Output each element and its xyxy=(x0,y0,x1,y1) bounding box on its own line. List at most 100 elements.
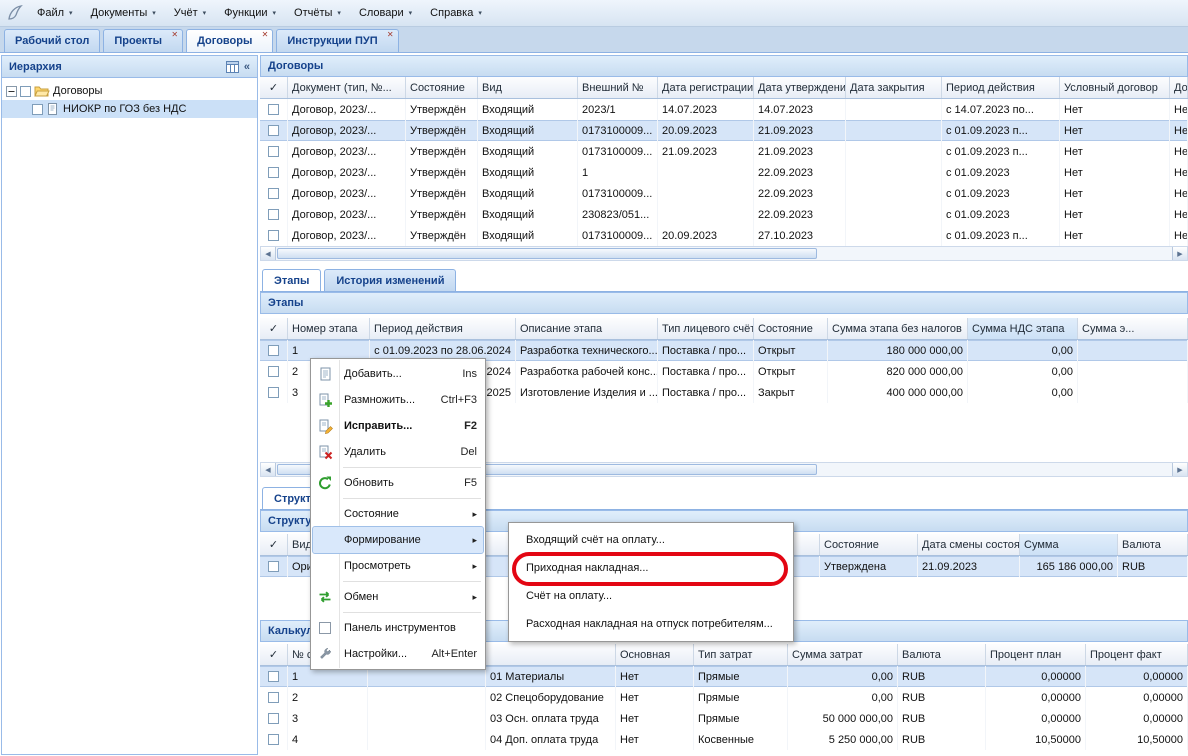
menubar-item-6[interactable]: Словари▾ xyxy=(350,3,421,23)
stages-tab-2[interactable]: История изменений xyxy=(324,269,456,291)
menubar-item-1[interactable]: Файл▾ xyxy=(28,3,82,23)
workspace-tab-2[interactable]: Проекты✕ xyxy=(103,29,183,52)
submenu-item-1[interactable]: Входящий счёт на оплату... xyxy=(511,526,791,554)
row-checkbox[interactable] xyxy=(268,167,279,178)
select-all-header[interactable]: ✓ xyxy=(260,318,288,339)
row-checkbox[interactable] xyxy=(268,188,279,199)
table-row[interactable]: Договор, 2023/...УтверждёнВходящий017310… xyxy=(260,183,1188,204)
workspace-tab-4[interactable]: Инструкции ПУП✕ xyxy=(276,29,398,52)
context-menu-item-15[interactable]: Настройки...Alt+Enter xyxy=(313,641,483,667)
table-row[interactable]: Договор, 2023/...УтверждёнВходящий017310… xyxy=(260,225,1188,246)
row-checkbox[interactable] xyxy=(268,734,279,745)
collapse-panel-button[interactable]: « xyxy=(244,61,250,73)
column-header[interactable]: Описание этапа xyxy=(516,318,658,339)
context-menu-item-3[interactable]: Исправить...F2 xyxy=(313,413,483,439)
scroll-left-button[interactable]: ◀ xyxy=(261,463,276,476)
column-header[interactable]: Дата закрытия xyxy=(846,77,942,98)
column-header[interactable]: Тип затрат xyxy=(694,644,788,665)
table-row[interactable]: Договор, 2023/...УтверждёнВходящий230823… xyxy=(260,204,1188,225)
submenu-item-2[interactable]: Приходная накладная... xyxy=(511,554,791,582)
context-menu-item-14[interactable]: Панель инструментов xyxy=(313,615,483,641)
tab-close-icon[interactable]: ✕ xyxy=(387,31,394,39)
select-all-header[interactable]: ✓ xyxy=(260,644,288,665)
column-header[interactable]: Дата смены состоя xyxy=(918,534,1020,555)
column-header[interactable]: Тип лицевого счёт xyxy=(658,318,754,339)
context-menu-item-2[interactable]: Размножить...Ctrl+F3 xyxy=(313,387,483,413)
row-checkbox[interactable] xyxy=(268,104,279,115)
workspace-tab-3[interactable]: Договоры✕ xyxy=(186,29,273,52)
row-checkbox[interactable] xyxy=(268,713,279,724)
column-header[interactable]: Процент план xyxy=(986,644,1086,665)
menubar-item-2[interactable]: Документы▾ xyxy=(82,3,165,23)
node-checkbox[interactable] xyxy=(32,104,43,115)
column-header[interactable]: Период действия xyxy=(370,318,516,339)
column-header[interactable]: Сумма xyxy=(1020,534,1118,555)
column-header[interactable]: Валюта xyxy=(898,644,986,665)
stages-tab-1[interactable]: Этапы xyxy=(262,269,321,291)
table-row[interactable]: Договор, 2023/...УтверждёнВходящий017310… xyxy=(260,141,1188,162)
column-header[interactable]: Процент факт xyxy=(1086,644,1188,665)
column-header[interactable]: Сумма затрат xyxy=(788,644,898,665)
submenu-item-3[interactable]: Счёт на оплату... xyxy=(511,582,791,610)
menubar-item-7[interactable]: Справка▾ xyxy=(421,3,491,23)
tree-node-2[interactable]: НИОКР по ГОЗ без НДС xyxy=(2,100,257,118)
context-menu-item-10[interactable]: Просмотреть▸ xyxy=(313,553,483,579)
tab-close-icon[interactable]: ✕ xyxy=(171,31,178,39)
row-checkbox[interactable] xyxy=(268,146,279,157)
scroll-left-button[interactable]: ◀ xyxy=(261,247,276,260)
table-row[interactable]: Договор, 2023/...УтверждёнВходящий122.09… xyxy=(260,162,1188,183)
table-row[interactable]: Договор, 2023/...УтверждёнВходящий017310… xyxy=(260,120,1188,141)
menubar-item-3[interactable]: Учёт▾ xyxy=(165,3,215,23)
column-header[interactable]: Состояние xyxy=(406,77,478,98)
submenu-item-4[interactable]: Расходная накладная на отпуск потребител… xyxy=(511,610,791,638)
column-header[interactable]: Дата утверждения xyxy=(754,77,846,98)
row-checkbox[interactable] xyxy=(268,387,279,398)
context-menu-item-9[interactable]: Формирование▸ xyxy=(313,527,483,553)
column-header[interactable]: Номер этапа xyxy=(288,318,370,339)
context-menu-item-1[interactable]: Добавить...Ins xyxy=(313,361,483,387)
column-header[interactable]: Валюта xyxy=(1118,534,1188,555)
menubar-item-5[interactable]: Отчёты▾ xyxy=(285,3,350,23)
row-checkbox[interactable] xyxy=(268,230,279,241)
column-header[interactable]: Период действия xyxy=(942,77,1060,98)
column-header[interactable]: Сумма НДС этапа xyxy=(968,318,1078,339)
column-header[interactable]: Состояние xyxy=(754,318,828,339)
table-row[interactable]: 202 СпецоборудованиеНетПрямые0,00RUB0,00… xyxy=(260,687,1188,708)
column-header[interactable]: Документ (тип, №... xyxy=(288,77,406,98)
row-checkbox[interactable] xyxy=(268,125,279,136)
row-checkbox[interactable] xyxy=(268,561,279,572)
collapse-minus-icon[interactable] xyxy=(6,86,17,97)
column-header[interactable]: Вид xyxy=(478,77,578,98)
workspace-tab-1[interactable]: Рабочий стол xyxy=(4,29,100,52)
context-menu-item-12[interactable]: Обмен▸ xyxy=(313,584,483,610)
table-row[interactable]: 303 Осн. оплата трудаНетПрямые50 000 000… xyxy=(260,708,1188,729)
row-checkbox[interactable] xyxy=(268,345,279,356)
select-all-header[interactable]: ✓ xyxy=(260,77,288,98)
column-header[interactable]: Условный договор xyxy=(1060,77,1170,98)
select-all-header[interactable]: ✓ xyxy=(260,534,288,555)
row-checkbox[interactable] xyxy=(268,671,279,682)
context-menu-item-8[interactable]: Состояние▸ xyxy=(313,501,483,527)
row-checkbox[interactable] xyxy=(268,366,279,377)
table-row[interactable]: 404 Доп. оплата трудаНетКосвенные5 250 0… xyxy=(260,729,1188,750)
column-header[interactable]: Внешний № xyxy=(578,77,658,98)
tab-close-icon[interactable]: ✕ xyxy=(262,31,269,39)
column-header[interactable]: Основная xyxy=(616,644,694,665)
table-row[interactable]: Договор, 2023/...УтверждёнВходящий2023/1… xyxy=(260,99,1188,120)
context-menu-item-6[interactable]: ОбновитьF5 xyxy=(313,470,483,496)
scroll-thumb[interactable] xyxy=(277,248,817,259)
column-header[interactable]: До xyxy=(1170,77,1188,98)
grid-view-icon[interactable] xyxy=(226,61,239,73)
column-header[interactable]: Состояние xyxy=(820,534,918,555)
row-checkbox[interactable] xyxy=(268,209,279,220)
context-menu-item-4[interactable]: УдалитьDel xyxy=(313,439,483,465)
column-header[interactable] xyxy=(486,644,616,665)
scroll-right-button[interactable]: ▶ xyxy=(1172,463,1187,476)
column-header[interactable]: Дата регистрации xyxy=(658,77,754,98)
scroll-right-button[interactable]: ▶ xyxy=(1172,247,1187,260)
menubar-item-4[interactable]: Функции▾ xyxy=(215,3,285,23)
column-header[interactable]: Сумма этапа без налогов xyxy=(828,318,968,339)
node-checkbox[interactable] xyxy=(20,86,31,97)
column-header[interactable]: Сумма э... xyxy=(1078,318,1188,339)
row-checkbox[interactable] xyxy=(268,692,279,703)
